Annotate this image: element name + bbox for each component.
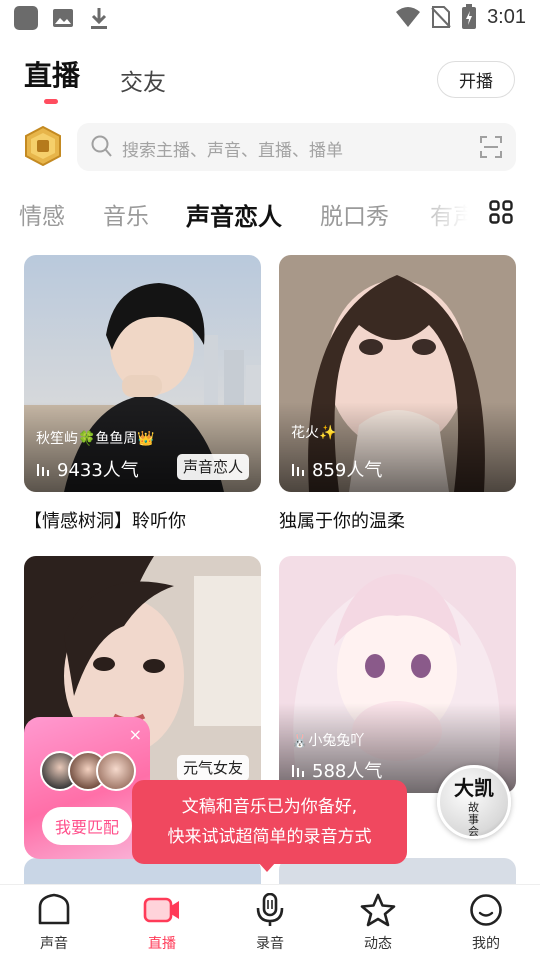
category-tag: 声音恋人 <box>176 454 249 480</box>
tooltip-line-2: 快来试试超简单的录音方式 <box>167 827 372 847</box>
tab-live[interactable]: 直播 <box>24 54 80 94</box>
tooltip-line-1: 文稿和音乐已为你备好, <box>181 797 358 817</box>
live-title[interactable]: 【情感树洞】聆听你 <box>24 507 186 533</box>
host-name: 🐰小兔兔吖 <box>291 733 365 749</box>
nav-label: 动态 <box>364 936 392 952</box>
nav-feed[interactable]: 动态 <box>343 893 413 953</box>
audio-bars-icon <box>37 464 49 476</box>
image-icon <box>53 9 73 27</box>
popularity: 859人气 <box>291 456 382 482</box>
system-status: 3:01 <box>395 4 526 30</box>
category-tag: 元气女友 <box>176 755 249 781</box>
microphone-icon <box>256 892 284 926</box>
category-tab-talk-show[interactable]: 脱口秀 <box>320 197 389 231</box>
nav-label: 我的 <box>472 936 500 952</box>
live-card-2[interactable]: 花火✨ 859人气 <box>279 255 516 492</box>
sound-icon <box>38 893 70 925</box>
host-name: 花火✨ <box>291 425 337 441</box>
host-name: 秋笙屿🍀鱼鱼周👑 <box>36 431 155 447</box>
start-live-button[interactable]: 开播 <box>437 61 515 98</box>
status-bar: 3:01 <box>0 0 540 36</box>
ranking-badge-icon[interactable] <box>24 126 62 166</box>
live-card-4[interactable]: 🐰小兔兔吖 588人气 <box>279 556 516 793</box>
search-input[interactable]: 搜索主播、声音、直播、播单 <box>77 123 516 171</box>
avatar <box>96 751 136 791</box>
live-camera-icon <box>143 897 179 923</box>
category-tab-emotion[interactable]: 情感 <box>19 197 65 231</box>
nav-label: 直播 <box>148 936 176 952</box>
close-icon[interactable]: × <box>129 725 142 744</box>
wifi-icon <box>396 7 421 27</box>
notification-icons <box>14 6 110 30</box>
category-tab-music[interactable]: 音乐 <box>103 197 149 231</box>
clock: 3:01 <box>487 5 526 28</box>
match-button[interactable]: 我要匹配 <box>42 807 132 845</box>
popularity-count: 9433人气 <box>57 460 139 481</box>
nav-live[interactable]: 直播 <box>127 893 197 953</box>
recording-tooltip[interactable]: 文稿和音乐已为你备好, 快来试试超简单的录音方式 <box>132 780 407 864</box>
nav-label: 录音 <box>256 936 284 952</box>
tooltip-arrow <box>258 862 276 872</box>
battery-icon <box>462 4 477 29</box>
popularity-count: 859人气 <box>312 460 383 481</box>
nav-sound[interactable]: 声音 <box>19 893 89 953</box>
popularity: 9433人气 <box>36 456 139 482</box>
profile-icon <box>470 894 502 926</box>
app-notification-icon <box>14 6 38 30</box>
nav-me[interactable]: 我的 <box>451 893 521 953</box>
category-fade <box>400 193 480 237</box>
download-icon <box>91 8 107 29</box>
nav-record[interactable]: 录音 <box>235 892 305 953</box>
active-tab-indicator <box>44 99 58 104</box>
category-tab-voice-lover[interactable]: 声音恋人 <box>186 197 282 232</box>
live-title[interactable]: 独属于你的温柔 <box>279 507 405 533</box>
category-tabs: 情感 音乐 声音恋人 脱口秀 有声 <box>0 193 540 237</box>
story-floating-badge[interactable]: 大凯 故事会 <box>437 765 511 839</box>
nav-label: 声音 <box>40 936 68 952</box>
live-card-1[interactable]: 秋笙屿🍀鱼鱼周👑 9433人气 声音恋人 <box>24 255 261 492</box>
search-placeholder: 搜索主播、声音、直播、播单 <box>122 141 343 161</box>
search-icon <box>91 135 112 157</box>
badge-subtitle: 故事会 <box>468 801 479 838</box>
badge-title: 大凯 <box>454 776 494 800</box>
audio-bars-icon <box>292 464 304 476</box>
tab-friends[interactable]: 交友 <box>120 63 166 97</box>
star-icon <box>360 893 396 927</box>
match-avatars <box>40 751 140 795</box>
all-categories-grid-icon[interactable] <box>489 200 513 224</box>
bottom-navigation: 声音 直播 录音 动态 我的 <box>0 884 540 960</box>
no-sim-icon <box>431 6 451 28</box>
scan-icon[interactable] <box>480 136 502 158</box>
audio-bars-icon <box>292 765 304 777</box>
